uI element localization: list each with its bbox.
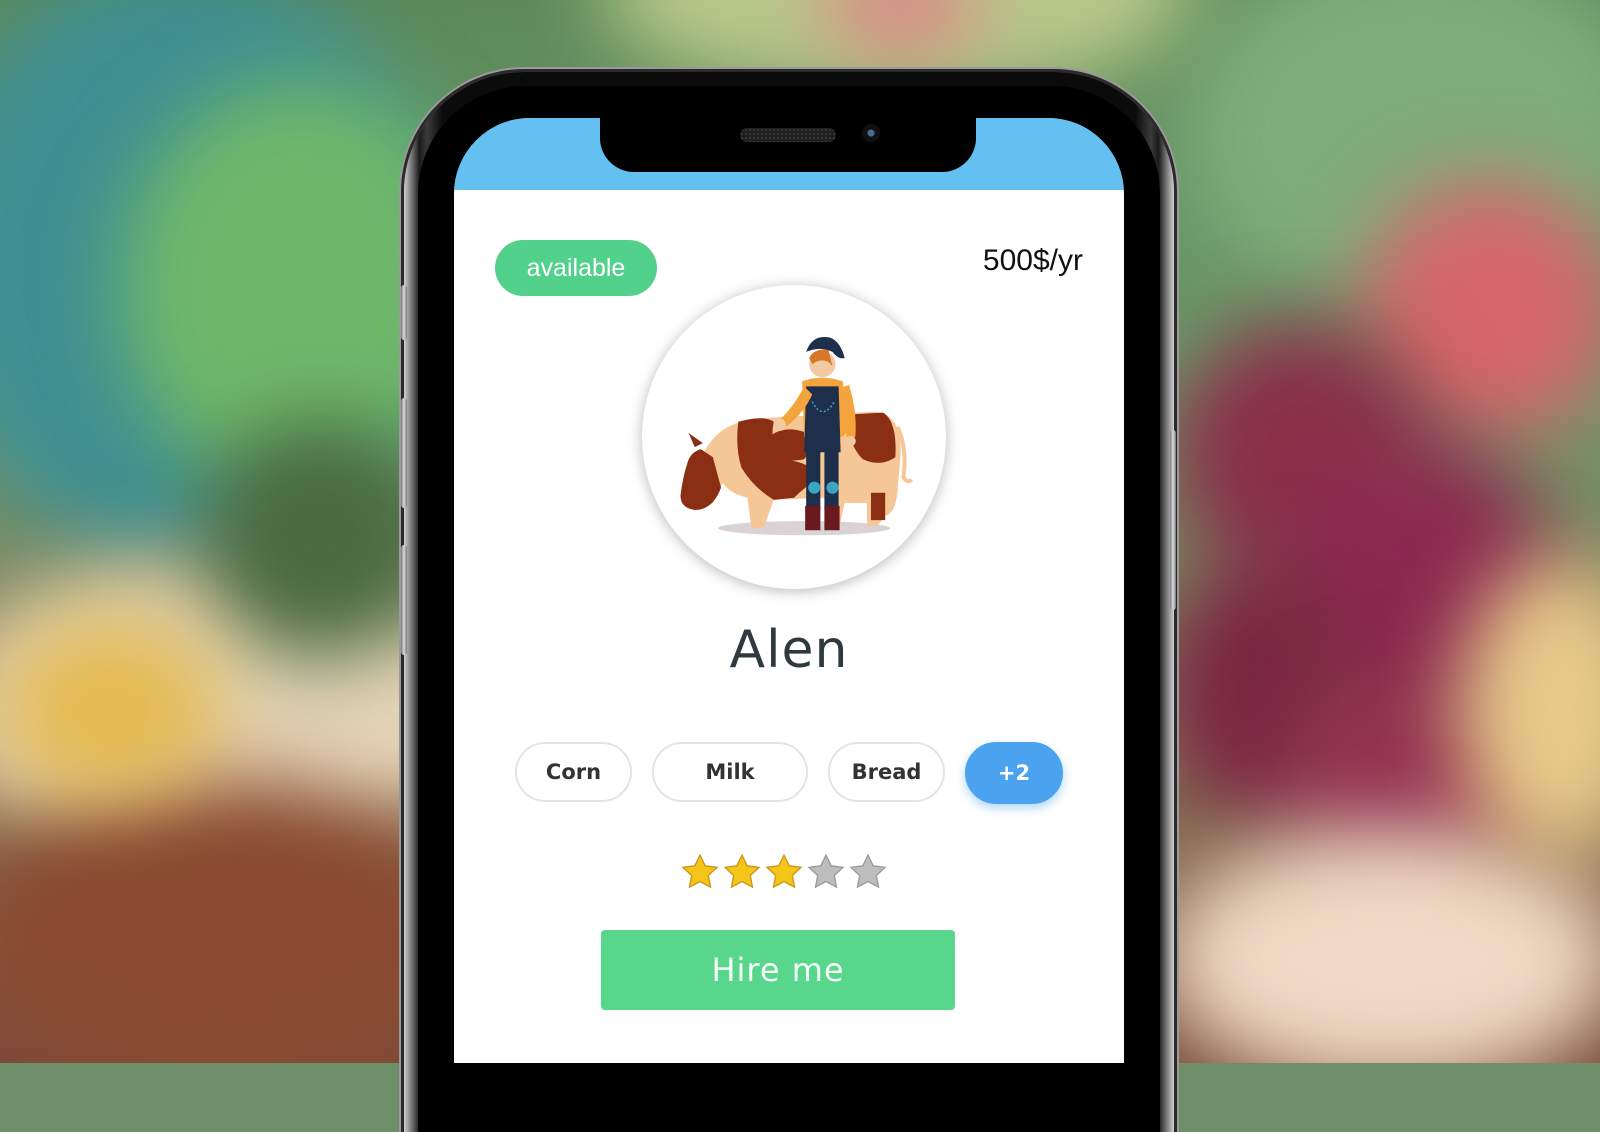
availability-badge: available <box>495 240 657 296</box>
star-empty-icon[interactable] <box>806 852 846 892</box>
avatar <box>642 285 946 589</box>
star-filled-icon[interactable] <box>764 852 804 892</box>
phone-notch <box>600 112 976 172</box>
front-camera-icon <box>862 124 880 142</box>
phone-power-button <box>1170 430 1176 610</box>
star-filled-icon[interactable] <box>680 852 720 892</box>
speaker-grille-icon <box>740 128 836 142</box>
star-empty-icon[interactable] <box>848 852 888 892</box>
phone-mute-switch <box>401 285 407 340</box>
price-label: 500$/yr <box>982 244 1083 277</box>
hire-me-button[interactable]: Hire me <box>601 930 955 1010</box>
phone-volume-up-button <box>401 398 407 508</box>
tag-bread[interactable]: Bread <box>828 742 945 802</box>
tag-corn[interactable]: Corn <box>515 742 632 802</box>
profile-name: Alen <box>729 620 849 680</box>
farmer-with-cow-icon <box>680 336 913 536</box>
star-filled-icon[interactable] <box>722 852 762 892</box>
tag-milk[interactable]: Milk <box>652 742 808 802</box>
star-rating[interactable] <box>680 852 888 892</box>
more-tags-button[interactable]: +2 <box>965 742 1063 804</box>
